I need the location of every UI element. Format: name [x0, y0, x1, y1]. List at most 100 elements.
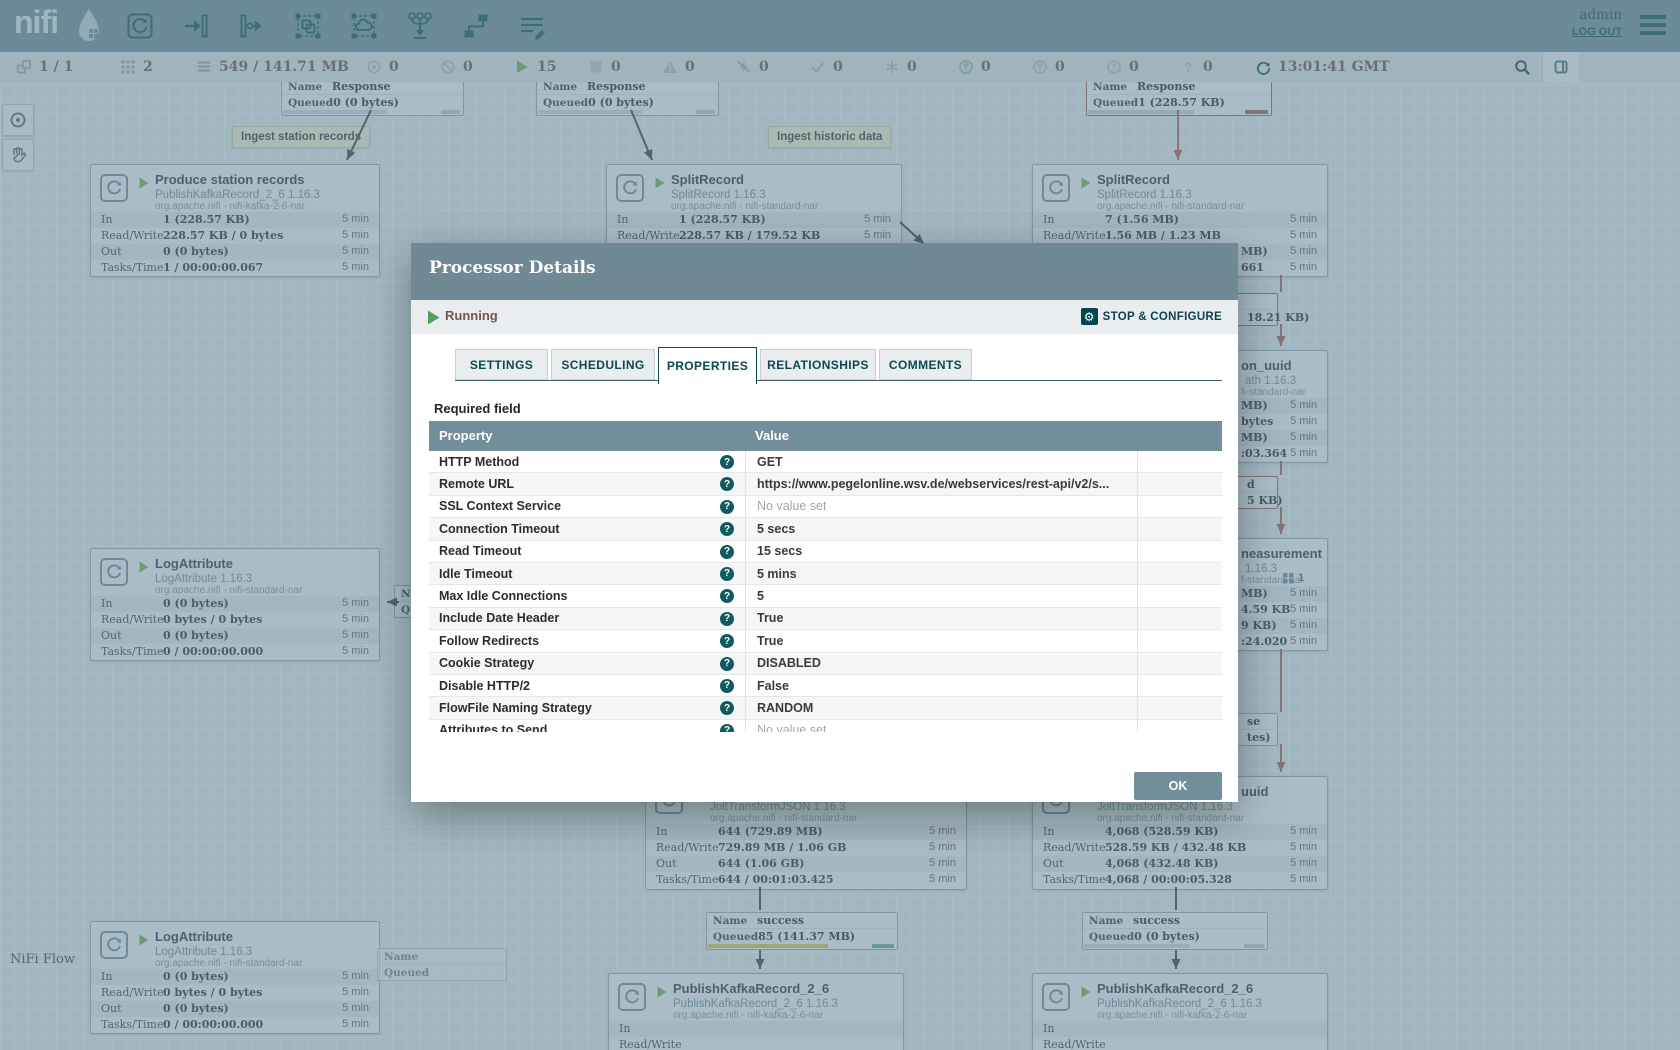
tab-scheduling[interactable]: SCHEDULING — [551, 349, 655, 380]
value-cell[interactable]: GET — [745, 451, 1137, 472]
property-value: No value set — [757, 723, 826, 732]
property-cell: Follow Redirects? — [429, 630, 745, 651]
property-value: DISABLED — [757, 656, 821, 670]
nifi-app: Ingest station recordsIngest historic da… — [0, 0, 1680, 1050]
property-row: Idle Timeout? 5 mins — [429, 563, 1222, 585]
property-value: https://www.pegelonline.wsv.de/webservic… — [757, 477, 1109, 491]
value-cell[interactable]: 5 secs — [745, 518, 1137, 539]
property-name: Cookie Strategy — [439, 656, 534, 670]
tab-divider — [455, 380, 1222, 381]
property-name: Max Idle Connections — [439, 589, 568, 603]
property-row: Attributes to Send? No value set — [429, 720, 1222, 732]
tab-relationships[interactable]: RELATIONSHIPS — [760, 349, 876, 380]
value-cell[interactable]: True — [745, 630, 1137, 651]
run-status-label: Running — [445, 308, 498, 323]
spacer-cell — [1137, 720, 1222, 732]
property-row: Remote URL? https://www.pegelonline.wsv.d… — [429, 473, 1222, 495]
property-name: Attributes to Send — [439, 723, 547, 732]
stop-and-configure-button[interactable]: ⚙ STOP & CONFIGURE — [1081, 308, 1222, 325]
property-value: 5 mins — [757, 567, 797, 581]
help-icon[interactable]: ? — [720, 701, 734, 715]
value-cell[interactable]: 5 — [745, 585, 1137, 606]
property-cell: HTTP Method? — [429, 451, 745, 472]
ok-button[interactable]: OK — [1134, 772, 1222, 800]
property-value: GET — [757, 455, 783, 469]
property-cell: Disable HTTP/2? — [429, 675, 745, 696]
value-cell[interactable]: No value set — [745, 720, 1137, 732]
spacer-cell — [1137, 518, 1222, 539]
property-value: 15 secs — [757, 544, 802, 558]
value-cell[interactable]: https://www.pegelonline.wsv.de/webservic… — [745, 473, 1137, 494]
tab-comments[interactable]: COMMENTS — [879, 349, 972, 380]
spacer-cell — [1137, 608, 1222, 629]
property-row: Follow Redirects? True — [429, 630, 1222, 652]
help-icon[interactable]: ? — [720, 522, 734, 536]
property-cell: Max Idle Connections? — [429, 585, 745, 606]
spacer-cell — [1137, 697, 1222, 718]
required-field-note: Required field — [434, 401, 521, 416]
column-value: Value — [755, 428, 789, 443]
property-cell: Read Timeout? — [429, 541, 745, 562]
properties-table: Property Value HTTP Method? GET Remote URL… — [429, 421, 1222, 732]
property-row: Connection Timeout? 5 secs — [429, 518, 1222, 540]
property-name: HTTP Method — [439, 455, 519, 469]
property-value: True — [757, 634, 783, 648]
help-icon[interactable]: ? — [720, 679, 734, 693]
help-icon[interactable]: ? — [720, 567, 734, 581]
spacer-cell — [1137, 675, 1222, 696]
property-cell: Idle Timeout? — [429, 563, 745, 584]
value-cell[interactable]: DISABLED — [745, 653, 1137, 674]
help-icon[interactable]: ? — [720, 500, 734, 514]
property-name: Follow Redirects — [439, 634, 539, 648]
property-value: False — [757, 679, 789, 693]
property-name: Disable HTTP/2 — [439, 679, 530, 693]
tab-settings[interactable]: SETTINGS — [455, 349, 548, 380]
property-name: Connection Timeout — [439, 522, 560, 536]
spacer-cell — [1137, 451, 1222, 472]
help-icon[interactable]: ? — [720, 477, 734, 491]
column-property: Property — [439, 428, 492, 443]
property-row: Cookie Strategy? DISABLED — [429, 653, 1222, 675]
value-cell[interactable]: True — [745, 608, 1137, 629]
spacer-cell — [1137, 496, 1222, 517]
property-name: Idle Timeout — [439, 567, 512, 581]
property-row: Disable HTTP/2? False — [429, 675, 1222, 697]
help-icon[interactable]: ? — [720, 612, 734, 626]
help-icon[interactable]: ? — [720, 634, 734, 648]
spacer-cell — [1137, 473, 1222, 494]
property-name: Include Date Header — [439, 611, 559, 625]
property-value: True — [757, 611, 783, 625]
spacer-cell — [1137, 563, 1222, 584]
property-cell: FlowFile Naming Strategy? — [429, 697, 745, 718]
help-icon[interactable]: ? — [720, 589, 734, 603]
run-status-row: Running ⚙ STOP & CONFIGURE — [411, 300, 1238, 334]
property-name: Remote URL — [439, 477, 514, 491]
property-cell: Remote URL? — [429, 473, 745, 494]
property-name: SSL Context Service — [439, 499, 561, 513]
property-row: Max Idle Connections? 5 — [429, 585, 1222, 607]
property-row: Read Timeout? 15 secs — [429, 541, 1222, 563]
spacer-cell — [1137, 630, 1222, 651]
help-icon[interactable]: ? — [720, 657, 734, 671]
value-cell[interactable]: 5 mins — [745, 563, 1137, 584]
value-cell[interactable]: 15 secs — [745, 541, 1137, 562]
property-cell: Attributes to Send? — [429, 720, 745, 732]
tab-properties[interactable]: PROPERTIES — [658, 347, 757, 384]
value-cell[interactable]: False — [745, 675, 1137, 696]
help-icon[interactable]: ? — [720, 724, 734, 732]
value-cell[interactable]: No value set — [745, 496, 1137, 517]
property-name: Read Timeout — [439, 544, 521, 558]
property-value: 5 — [757, 589, 764, 603]
property-row: FlowFile Naming Strategy? RANDOM — [429, 697, 1222, 719]
dialog-header: Processor Details — [411, 243, 1238, 300]
property-row: Include Date Header? True — [429, 608, 1222, 630]
help-icon[interactable]: ? — [720, 455, 734, 469]
processor-details-dialog: Processor Details Running ⚙ STOP & CONFI… — [411, 243, 1238, 802]
property-name: FlowFile Naming Strategy — [439, 701, 592, 715]
spacer-cell — [1137, 653, 1222, 674]
help-icon[interactable]: ? — [720, 545, 734, 559]
value-cell[interactable]: RANDOM — [745, 697, 1137, 718]
property-value: RANDOM — [757, 701, 813, 715]
property-cell: SSL Context Service? — [429, 496, 745, 517]
dialog-title: Processor Details — [429, 258, 596, 278]
